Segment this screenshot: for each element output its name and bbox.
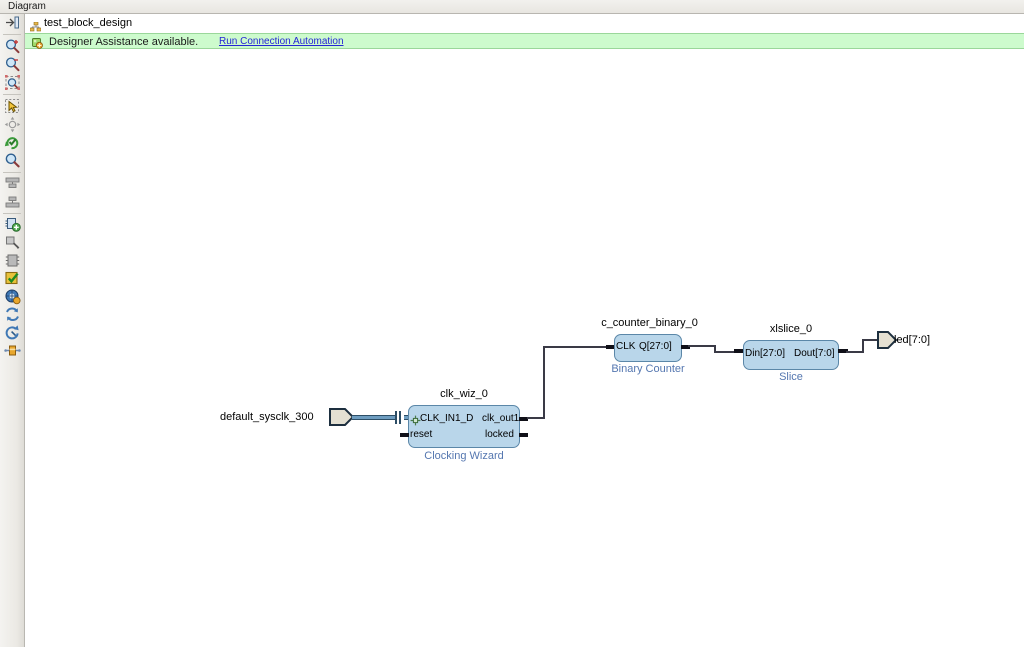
block-instance-name-xlslice: xlslice_0 — [769, 323, 813, 335]
select-area-icon[interactable] — [4, 98, 21, 115]
optimize-routing-icon[interactable] — [4, 342, 21, 359]
pan-icon[interactable] — [4, 116, 21, 133]
port-label-led[interactable]: led[7:0] — [894, 334, 930, 347]
pin-label-clk-in1-d: CLK_IN1_D — [420, 413, 474, 424]
pin-label-clk: CLK — [616, 341, 636, 352]
designer-assistance-message: Designer Assistance available. — [49, 36, 199, 48]
wire-dout-to-led-v — [862, 340, 864, 353]
regenerate-layout-icon[interactable] — [4, 134, 21, 151]
collapse-panel-icon[interactable] — [4, 14, 21, 31]
pin-label-clk-out1: clk_out1 — [482, 413, 520, 424]
pin-label-dout: Dout[7:0] — [794, 348, 835, 359]
block-type-name-clocking-wizard: Clocking Wizard — [424, 450, 504, 462]
pin-label-q: Q[27:0] — [639, 341, 672, 352]
window-title-bar: Diagram — [0, 0, 1024, 14]
designer-assistance-icon — [31, 36, 43, 49]
validate-design-icon[interactable] — [4, 270, 21, 287]
toolbar-separator-1 — [3, 34, 21, 35]
wire-q-to-din-h2 — [714, 351, 736, 353]
window-title: Diagram — [8, 1, 46, 12]
align-bottom-icon[interactable] — [4, 193, 21, 210]
toolbar-separator-2 — [3, 94, 21, 95]
pin-label-din: Din[27:0] — [745, 348, 786, 359]
wire-clkout1-seg-h2 — [543, 346, 609, 348]
block-instance-name-clk-wiz: clk_wiz_0 — [440, 388, 488, 400]
zoom-out-icon[interactable] — [4, 56, 21, 73]
pin-stub-reset — [400, 433, 409, 437]
designer-assistance-banner: Designer Assistance available. Run Conne… — [25, 33, 1024, 49]
design-name-label: test_block_design — [44, 17, 133, 29]
zoom-in-icon[interactable] — [4, 38, 21, 55]
align-top-icon[interactable] — [4, 175, 21, 192]
address-editor-icon[interactable] — [4, 288, 21, 305]
add-module-icon[interactable] — [4, 234, 21, 251]
toolbar-separator-4 — [3, 213, 21, 214]
zoom-fit-icon[interactable] — [4, 74, 21, 91]
diff-bus-marker-icon — [395, 411, 404, 424]
bus-wire-sysclk-to-clkwiz — [352, 415, 395, 420]
toolbar-separator-3 — [3, 172, 21, 173]
diagram-left-toolbar — [0, 14, 25, 647]
input-port-default-sysclk-300[interactable] — [329, 408, 355, 431]
block-instance-name-counter: c_counter_binary_0 — [601, 317, 698, 329]
wire-clkout1-seg-v — [543, 347, 545, 419]
run-connection-automation-link[interactable]: Run Connection Automation — [219, 35, 344, 49]
port-label-default-sysclk-300[interactable]: default_sysclk_300 — [220, 411, 314, 424]
block-type-name-slice: Slice — [779, 371, 803, 383]
search-icon[interactable] — [4, 152, 21, 169]
pin-stub-locked — [519, 433, 528, 437]
block-design-canvas[interactable]: default_sysclk_300 clk_wiz_0 CLK_IN1_D r… — [26, 50, 1024, 647]
wire-q-to-din-h1 — [688, 345, 716, 347]
refresh-icon[interactable] — [4, 306, 21, 323]
pin-label-reset: reset — [410, 429, 433, 440]
hierarchy-icon — [29, 19, 42, 32]
hierarchy-block-icon[interactable] — [4, 252, 21, 269]
run-automation-icon[interactable] — [4, 324, 21, 341]
block-clk-wiz-0[interactable] — [408, 405, 520, 448]
design-tab-row: test_block_design — [0, 15, 1024, 32]
block-type-name-binary-counter: Binary Counter — [611, 363, 685, 375]
add-ip-icon[interactable] — [4, 216, 21, 233]
pin-label-locked: locked — [485, 429, 514, 440]
